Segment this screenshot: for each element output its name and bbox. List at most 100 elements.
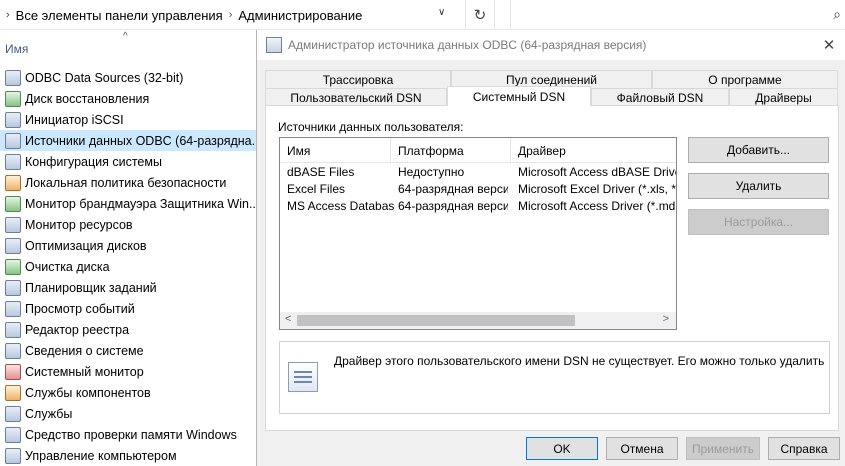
listview-header: Имя Платформа Драйвер	[280, 138, 676, 163]
system-dsn-panel: Источники данных пользователя: Имя Платф…	[265, 105, 839, 431]
security-policy-icon	[5, 174, 21, 191]
column-header-driver[interactable]: Драйвер	[511, 138, 676, 163]
list-item-label: Оптимизация дисков	[25, 238, 147, 253]
list-item-odbc-32[interactable]: ODBC Data Sources (32-bit)	[0, 67, 256, 88]
dsn-name: Excel Files	[287, 182, 346, 196]
breadcrumb-root-chevron-icon[interactable]: ›	[6, 9, 10, 21]
list-item-msconfig[interactable]: Конфигурация системы	[0, 151, 256, 172]
task-scheduler-icon	[5, 279, 21, 296]
apply-button[interactable]: Применить	[686, 437, 760, 460]
list-item-memory-diagnostic[interactable]: Средство проверки памяти Windows	[0, 424, 256, 445]
tab-file-dsn[interactable]: Файловый DSN	[591, 88, 729, 106]
column-header-platform[interactable]: Платформа	[391, 138, 511, 163]
column-header-name[interactable]: ^ Имя	[0, 30, 256, 64]
odbc-admin-dialog: Администратор источника данных ODBC (64-…	[256, 30, 845, 466]
list-item-iscsi[interactable]: Инициатор iSCSI	[0, 109, 256, 130]
column-header-label: Имя	[5, 42, 29, 56]
list-item-system-info[interactable]: Сведения о системе	[0, 340, 256, 361]
address-dropdown-icon[interactable]: ∨	[438, 7, 445, 18]
dsn-driver: Microsoft Access dBASE Driver (*	[518, 165, 676, 179]
scroll-right-icon[interactable]: >	[663, 313, 669, 325]
defrag-icon	[5, 237, 21, 254]
perfmon-icon	[5, 363, 21, 380]
computer-management-icon	[5, 447, 21, 464]
breadcrumb-item-control-panel[interactable]: Все элементы панели управления	[16, 8, 223, 23]
cancel-button[interactable]: Отмена	[606, 437, 678, 460]
column-header-label: Платформа	[398, 143, 464, 158]
remove-button[interactable]: Удалить	[688, 173, 829, 199]
help-button[interactable]: Справка	[768, 437, 840, 460]
list-item-odbc-64[interactable]: Источники данных ODBC (64-разрядна...	[0, 130, 256, 151]
list-item-recovery-drive[interactable]: Диск восстановления	[0, 88, 256, 109]
odbc-icon	[266, 37, 282, 53]
tab-tracing[interactable]: Трассировка	[265, 70, 451, 88]
list-item-label: Локальная политика безопасности	[25, 175, 227, 190]
list-item-security-policy[interactable]: Локальная политика безопасности	[0, 172, 256, 193]
table-row[interactable]: MS Access Database 64-разрядная версия M…	[280, 198, 676, 215]
list-item-label: Диск восстановления	[25, 91, 150, 106]
list-item-defrag[interactable]: Оптимизация дисков	[0, 235, 256, 256]
list-item-resource-monitor[interactable]: Монитор ресурсов	[0, 214, 256, 235]
tab-label: Системный DSN	[472, 89, 566, 104]
tab-about[interactable]: О программе	[652, 70, 838, 88]
tab-label: Файловый DSN	[616, 90, 704, 105]
list-item-label: Монитор ресурсов	[25, 217, 133, 232]
odbc-icon	[5, 69, 21, 86]
configure-button[interactable]: Настройка...	[688, 209, 829, 235]
tab-label: Пул соединений	[506, 72, 597, 87]
tab-drivers[interactable]: Драйверы	[729, 88, 838, 106]
table-row[interactable]: dBASE Files Недоступно Microsoft Access …	[280, 164, 676, 181]
list-item-computer-management[interactable]: Управление компьютером	[0, 445, 256, 466]
list-item-regedit[interactable]: Редактор реестра	[0, 319, 256, 340]
tab-system-dsn[interactable]: Системный DSN	[447, 86, 591, 106]
tab-label: Пользовательский DSN	[290, 90, 422, 105]
info-box: Драйвер этого пользовательского имени DS…	[279, 341, 830, 414]
list-item-label: Инициатор iSCSI	[25, 112, 124, 127]
data-sources-listview[interactable]: Имя Платформа Драйвер dBASE Files Недост…	[279, 137, 677, 330]
list-item-component-services[interactable]: Службы компонентов	[0, 382, 256, 403]
dsn-name: MS Access Database	[287, 199, 395, 213]
tab-label: Трассировка	[322, 72, 394, 87]
close-icon[interactable]: ✕	[815, 31, 843, 59]
refresh-icon: ↻	[473, 7, 487, 24]
breadcrumb-item-administration[interactable]: Администрирование	[238, 8, 362, 23]
list-item-services[interactable]: Службы	[0, 403, 256, 424]
list-item-event-viewer[interactable]: Просмотр событий	[0, 298, 256, 319]
tab-user-dsn[interactable]: Пользовательский DSN	[265, 88, 447, 106]
dsn-name: dBASE Files	[287, 165, 355, 179]
breadcrumb-chevron-icon[interactable]: ›	[229, 9, 233, 21]
list-item-label: Сведения о системе	[25, 343, 144, 358]
event-viewer-icon	[5, 300, 21, 317]
breadcrumb: › Все элементы панели управления › Админ…	[0, 0, 462, 30]
list-item-task-scheduler[interactable]: Планировщик заданий	[0, 277, 256, 298]
tab-label: О программе	[708, 72, 782, 87]
tab-label: Драйверы	[755, 90, 812, 105]
column-header-name[interactable]: Имя	[280, 138, 391, 163]
ok-button[interactable]: OK	[526, 437, 598, 460]
admin-tools-list: ODBC Data Sources (32-bit) Диск восстано…	[0, 67, 256, 466]
msconfig-icon	[5, 153, 21, 170]
dsn-platform: 64-разрядная версия	[398, 182, 508, 196]
info-text: Драйвер этого пользовательского имени DS…	[334, 354, 825, 368]
dialog-title: Администратор источника данных ODBC (64-…	[288, 38, 647, 52]
list-item-label: Службы компонентов	[25, 385, 151, 400]
search-input[interactable]: ⌕	[510, 0, 845, 30]
dialog-titlebar[interactable]: Администратор источника данных ODBC (64-…	[257, 30, 845, 60]
refresh-button[interactable]: ↻	[465, 0, 495, 30]
data-sources-label: Источники данных пользователя:	[278, 120, 464, 134]
list-item-firewall[interactable]: Монитор брандмауэра Защитника Win...	[0, 193, 256, 214]
add-button[interactable]: Добавить...	[688, 137, 829, 163]
scroll-left-icon[interactable]: <	[285, 313, 291, 325]
list-item-disk-cleanup[interactable]: Очистка диска	[0, 256, 256, 277]
iscsi-icon	[5, 111, 21, 128]
column-header-label: Имя	[287, 143, 311, 158]
scrollbar-thumb[interactable]	[297, 315, 575, 326]
list-item-perfmon[interactable]: Системный монитор	[0, 361, 256, 382]
memory-diagnostic-icon	[5, 426, 21, 443]
table-row[interactable]: Excel Files 64-разрядная версия Microsof…	[280, 181, 676, 198]
horizontal-scrollbar[interactable]: < >	[280, 312, 676, 329]
search-icon[interactable]: ⌕	[833, 6, 841, 23]
list-item-label: ODBC Data Sources (32-bit)	[25, 70, 184, 85]
recovery-drive-icon	[5, 90, 21, 107]
dsn-platform: 64-разрядная версия	[398, 199, 508, 213]
